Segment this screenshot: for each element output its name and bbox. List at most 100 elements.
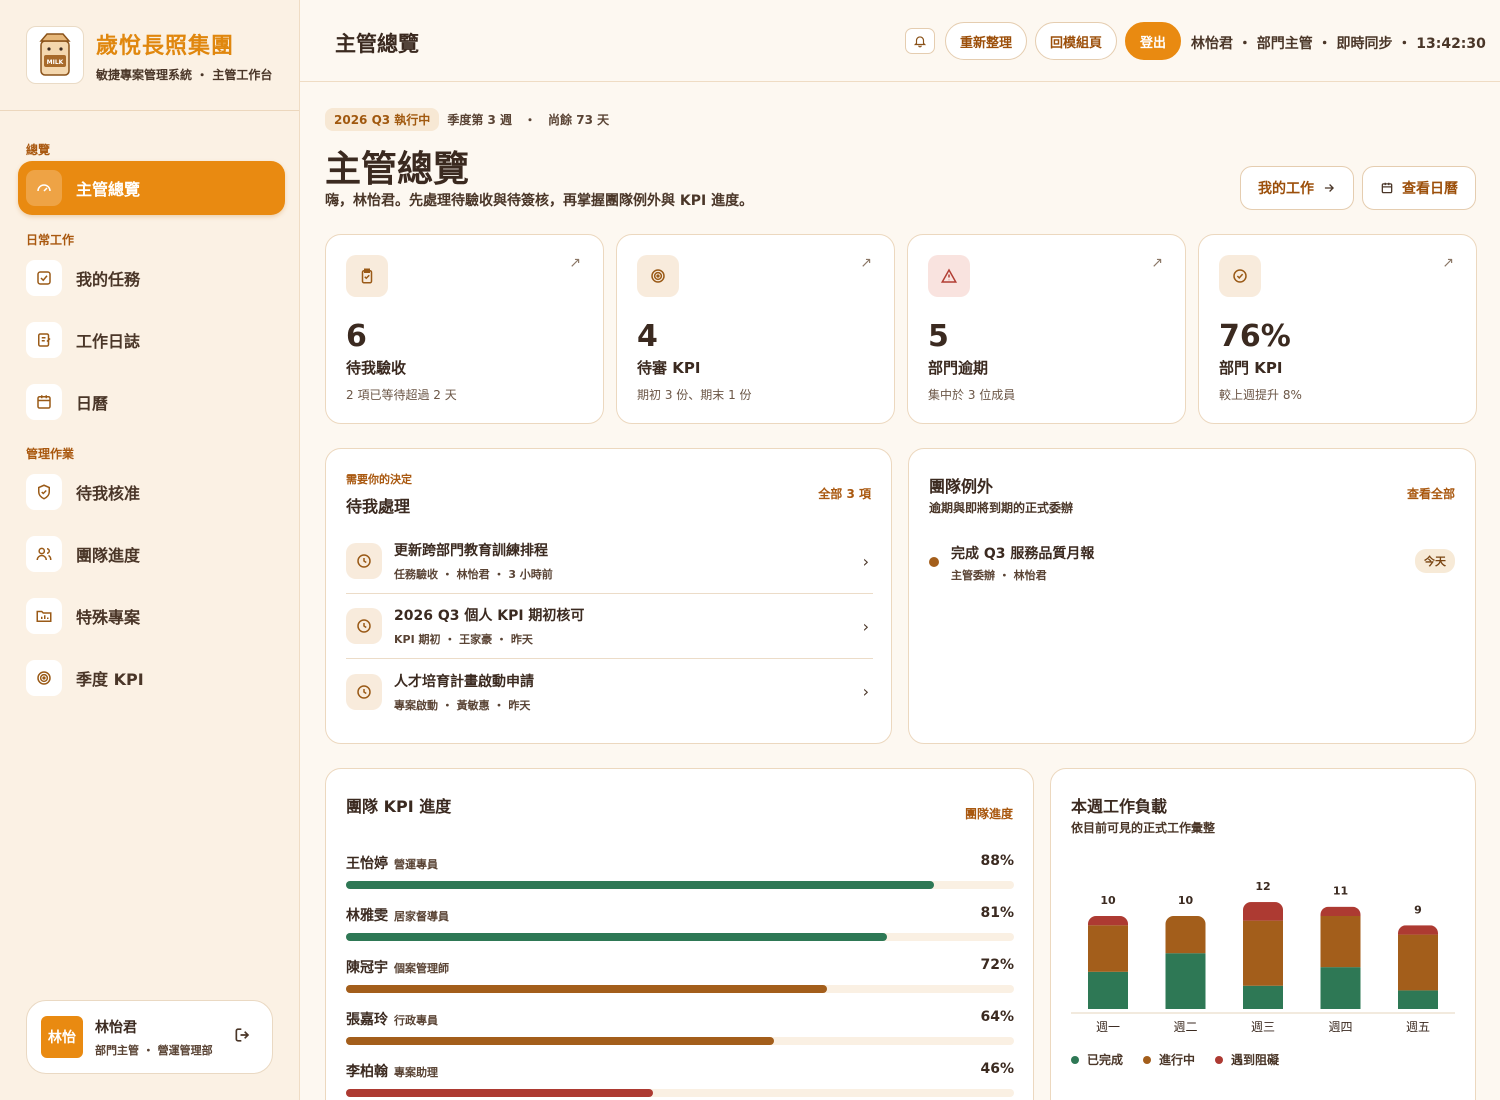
team-kpi-row: 張嘉玲 行政專員 64% bbox=[346, 1009, 1014, 1059]
progress-fill bbox=[346, 1089, 654, 1097]
avatar: 林怡 bbox=[41, 1016, 83, 1058]
due-badge: 今天 bbox=[1415, 549, 1455, 573]
shield-check-icon bbox=[26, 474, 62, 510]
kpi-note: 集中於 3 位成員 bbox=[928, 388, 1016, 402]
arrow-up-right-icon: ↗ bbox=[1151, 255, 1163, 271]
arrow-right-icon bbox=[1324, 184, 1334, 192]
pending-item[interactable]: 2026 Q3 個人 KPI 期初核可 KPI 期初 ・ 王家豪 ・ 昨天 › bbox=[346, 594, 873, 659]
kpi-card-pending-kpi[interactable]: ↗ 4 待審 KPI 期初 3 份、期末 1 份 bbox=[616, 234, 895, 424]
sidebar-item-calendar[interactable]: 日曆 bbox=[18, 375, 285, 429]
refresh-button[interactable]: 重新整理 bbox=[945, 22, 1027, 60]
member-percent: 64% bbox=[980, 1009, 1014, 1025]
legend-item-blocked: 遇到阻礙 bbox=[1215, 1051, 1279, 1068]
exceptions-panel: 團隊例外 逾期與即將到期的正式委辦 查看全部 完成 Q3 服務品質月報 主管委辦… bbox=[908, 448, 1476, 744]
brand-header: MILK 歲悅長照集團 敏捷專案管理系統 ・ 主管工作台 bbox=[0, 0, 299, 111]
member-percent: 81% bbox=[980, 905, 1014, 921]
chevron-right-icon: › bbox=[862, 616, 869, 636]
my-work-label: 我的工作 bbox=[1258, 181, 1314, 197]
sidebar-item-team-progress[interactable]: 團隊進度 bbox=[18, 527, 285, 581]
calendar-icon bbox=[26, 384, 62, 420]
member-name-text: 王怡婷 bbox=[346, 856, 388, 872]
chart-legend: 已完成 進行中 遇到阻礙 bbox=[1071, 1051, 1279, 1068]
sidebar-item-label: 待我核准 bbox=[76, 484, 141, 503]
legend-label: 遇到阻礙 bbox=[1231, 1053, 1280, 1067]
kpi-card-pending-acceptance[interactable]: ↗ 6 待我驗收 2 項已等待超過 2 天 bbox=[325, 234, 604, 424]
member-name: 張嘉玲 行政專員 bbox=[346, 1009, 438, 1029]
notification-button[interactable] bbox=[905, 28, 935, 54]
bar-stack: 12 週三 bbox=[1243, 880, 1283, 1034]
checkbox-icon bbox=[26, 260, 62, 296]
arrow-up-right-icon: ↗ bbox=[860, 255, 872, 271]
topbar-title: 主管總覽 bbox=[335, 32, 419, 56]
clipboard-check-icon bbox=[346, 255, 388, 297]
back-to-modules-button[interactable]: 回模組頁 bbox=[1035, 22, 1117, 60]
exceptions-view-all-link[interactable]: 查看全部 bbox=[1407, 485, 1455, 502]
bar-segment-blocked bbox=[1088, 916, 1128, 926]
target-icon bbox=[637, 255, 679, 297]
pending-item[interactable]: 更新跨部門教育訓練排程 任務驗收 ・ 林怡君 ・ 3 小時前 › bbox=[346, 529, 873, 594]
progress-track bbox=[346, 985, 1014, 993]
workload-panel: 本週工作負載 依目前可見的正式工作彙整 10 週一 10 週二 12 週三 11 週四 9 週五 … bbox=[1050, 768, 1476, 1100]
x-tick-label: 週二 bbox=[1173, 1020, 1197, 1034]
progress-fill bbox=[346, 933, 888, 941]
pending-item-title: 更新跨部門教育訓練排程 bbox=[394, 543, 548, 559]
bar-segment-progress bbox=[1398, 934, 1438, 991]
progress-track bbox=[346, 1037, 1014, 1045]
kpi-label: 待審 KPI bbox=[637, 359, 701, 377]
workload-chart: 10 週一 10 週二 12 週三 11 週四 9 週五 bbox=[1071, 880, 1455, 1034]
view-calendar-label: 查看日曆 bbox=[1402, 181, 1458, 197]
sidebar-item-special-projects[interactable]: 特殊專案 bbox=[18, 589, 285, 643]
legend-label: 進行中 bbox=[1159, 1053, 1196, 1067]
exception-item[interactable]: 完成 Q3 服務品質月報 主管委辦 ・ 林怡君 今天 bbox=[929, 543, 1455, 583]
member-role: 專案助理 bbox=[394, 1066, 438, 1079]
kpi-label: 部門逾期 bbox=[928, 359, 989, 377]
legend-item-progress: 進行中 bbox=[1143, 1051, 1195, 1068]
user-name: 林怡君 bbox=[95, 1019, 137, 1036]
sidebar-item-quarterly-kpi[interactable]: 季度 KPI bbox=[18, 651, 285, 705]
kpi-note: 較上週提升 8% bbox=[1219, 388, 1302, 402]
progress-track bbox=[346, 933, 1014, 941]
pending-eyebrow: 需要你的決定 bbox=[346, 473, 412, 486]
progress-fill bbox=[346, 985, 827, 993]
bar-segment-progress bbox=[1320, 916, 1361, 968]
my-work-button[interactable]: 我的工作 bbox=[1240, 166, 1354, 210]
member-role: 個案管理師 bbox=[394, 962, 449, 975]
member-name: 陳冠宇 個案管理師 bbox=[346, 957, 449, 977]
sidebar-item-label: 團隊進度 bbox=[76, 546, 141, 565]
team-progress-link[interactable]: 團隊進度 bbox=[965, 805, 1013, 822]
member-role: 居家督導員 bbox=[394, 910, 449, 923]
pending-all-link[interactable]: 全部 3 項 bbox=[818, 485, 871, 502]
sidebar-item-work-log[interactable]: 工作日誌 bbox=[18, 313, 285, 367]
workload-title: 本週工作負載 bbox=[1071, 797, 1168, 816]
pending-item-meta: 任務驗收 ・ 林怡君 ・ 3 小時前 bbox=[394, 568, 553, 581]
sidebar-item-label: 特殊專案 bbox=[76, 608, 141, 627]
kpi-card-overdue[interactable]: ↗ 5 部門逾期 集中於 3 位成員 bbox=[907, 234, 1186, 424]
kpi-label: 部門 KPI bbox=[1219, 359, 1283, 377]
pending-item-title: 2026 Q3 個人 KPI 期初核可 bbox=[394, 608, 585, 624]
logout-button[interactable]: 登出 bbox=[1125, 22, 1181, 60]
sidebar-item-my-tasks[interactable]: 我的任務 bbox=[18, 251, 285, 305]
kpi-note: 期初 3 份、期末 1 份 bbox=[637, 388, 752, 402]
page-title: 主管總覽 bbox=[325, 149, 470, 190]
nav-section-daily: 日常工作 bbox=[26, 233, 75, 247]
kpi-card-dept-kpi[interactable]: ↗ 76% 部門 KPI 較上週提升 8% bbox=[1198, 234, 1477, 424]
sidebar-item-approvals[interactable]: 待我核准 bbox=[18, 465, 285, 519]
team-kpi-row: 李柏翰 專案助理 46% bbox=[346, 1061, 1014, 1100]
bar-total-label: 10 bbox=[1178, 894, 1194, 907]
kpi-label: 待我驗收 bbox=[346, 359, 407, 377]
bell-icon bbox=[913, 36, 927, 48]
clock-icon bbox=[346, 608, 382, 644]
bar-segment-done bbox=[1320, 967, 1361, 1009]
exceptions-subtitle: 逾期與即將到期的正式委辦 bbox=[929, 501, 1074, 515]
sidebar-item-overview[interactable]: 主管總覽 bbox=[18, 161, 285, 215]
bar-stack: 9 週五 bbox=[1398, 903, 1438, 1034]
bar-segment-blocked bbox=[1398, 925, 1438, 935]
view-calendar-button[interactable]: 查看日曆 bbox=[1362, 166, 1476, 210]
journal-icon bbox=[26, 322, 62, 358]
member-name: 王怡婷 營運專員 bbox=[346, 853, 438, 873]
arrow-up-right-icon: ↗ bbox=[569, 255, 581, 271]
pending-item[interactable]: 人才培育計畫啟動申請 專案啟動 ・ 黃敏惠 ・ 昨天 › bbox=[346, 659, 873, 724]
bar-total-label: 9 bbox=[1414, 903, 1422, 916]
nav-section-management: 管理作業 bbox=[26, 447, 75, 461]
logout-icon[interactable] bbox=[233, 1025, 253, 1049]
